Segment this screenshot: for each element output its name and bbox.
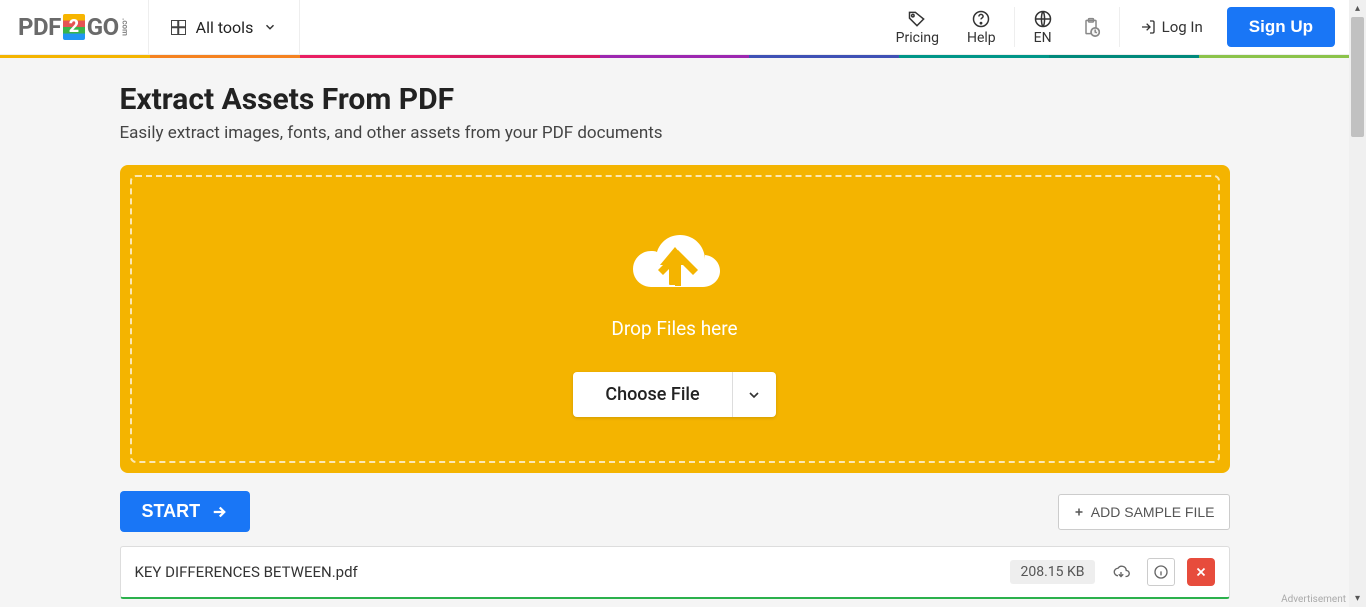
start-label: START xyxy=(142,501,201,522)
separator xyxy=(1119,7,1120,47)
page-subtitle: Easily extract images, fonts, and other … xyxy=(120,123,1230,143)
tag-icon xyxy=(907,9,927,29)
all-tools-menu[interactable]: All tools xyxy=(149,0,301,54)
help-label: Help xyxy=(967,30,996,46)
language-selector[interactable]: EN xyxy=(1019,0,1067,54)
file-size: 208.15 KB xyxy=(1010,560,1094,584)
globe-icon xyxy=(1033,9,1053,29)
cloud-upload-icon xyxy=(620,225,730,309)
start-button[interactable]: START xyxy=(120,491,251,532)
scroll-down-arrow[interactable]: ▾ xyxy=(1349,590,1366,607)
logo-text-2: 2 xyxy=(63,14,85,40)
help-icon xyxy=(971,9,991,29)
add-sample-file-button[interactable]: ADD SAMPLE FILE xyxy=(1058,494,1230,530)
file-info-button[interactable] xyxy=(1147,558,1175,586)
login-label: Log In xyxy=(1162,18,1203,36)
choose-file-button-group: Choose File xyxy=(573,372,775,417)
login-icon xyxy=(1140,19,1156,35)
logo-text-pdf: PDF xyxy=(18,13,61,41)
pricing-label: Pricing xyxy=(896,30,939,46)
signup-button[interactable]: Sign Up xyxy=(1227,7,1335,47)
close-icon xyxy=(1194,565,1208,579)
remove-file-button[interactable] xyxy=(1187,558,1215,586)
drop-text: Drop Files here xyxy=(611,317,737,340)
all-tools-label: All tools xyxy=(196,18,254,37)
logo-text-go: GO xyxy=(87,13,119,41)
login-button[interactable]: Log In xyxy=(1124,0,1219,54)
action-row: START ADD SAMPLE FILE xyxy=(120,491,1230,532)
choose-file-dropdown[interactable] xyxy=(732,372,776,417)
arrow-right-icon xyxy=(210,503,228,521)
download-file-button[interactable] xyxy=(1107,558,1135,586)
file-row: KEY DIFFERENCES BETWEEN.pdf 208.15 KB xyxy=(120,546,1230,599)
chevron-down-icon xyxy=(263,20,277,34)
scrollbar[interactable]: ▴ ▾ xyxy=(1349,0,1366,607)
plus-icon xyxy=(1073,506,1085,518)
sample-label: ADD SAMPLE FILE xyxy=(1091,504,1215,520)
content: Extract Assets From PDF Easily extract i… xyxy=(0,58,1349,607)
scroll-up-arrow[interactable]: ▴ xyxy=(1349,0,1366,17)
file-name: KEY DIFFERENCES BETWEEN.pdf xyxy=(135,563,999,581)
separator xyxy=(1014,7,1015,47)
language-label: EN xyxy=(1034,30,1052,46)
chevron-down-icon xyxy=(746,387,762,403)
header: PDF 2 GO .com All tools Pricing Help EN xyxy=(0,0,1349,55)
page-title: Extract Assets From PDF xyxy=(120,82,1230,117)
grid-icon xyxy=(171,20,186,35)
history-button[interactable] xyxy=(1067,0,1115,54)
pricing-link[interactable]: Pricing xyxy=(882,0,953,54)
choose-file-button[interactable]: Choose File xyxy=(573,372,731,417)
dropzone-inner: Drop Files here Choose File xyxy=(130,175,1220,463)
help-link[interactable]: Help xyxy=(953,0,1010,54)
logo-text-com: .com xyxy=(121,18,130,36)
clipboard-history-icon xyxy=(1081,17,1101,37)
rainbow-bar xyxy=(0,55,1349,58)
info-icon xyxy=(1153,564,1169,580)
scrollbar-thumb[interactable] xyxy=(1351,17,1364,137)
advertisement-label: Advertisement xyxy=(1281,594,1346,605)
logo[interactable]: PDF 2 GO .com xyxy=(0,0,149,54)
download-cloud-icon xyxy=(1112,563,1130,581)
dropzone[interactable]: Drop Files here Choose File xyxy=(120,165,1230,473)
